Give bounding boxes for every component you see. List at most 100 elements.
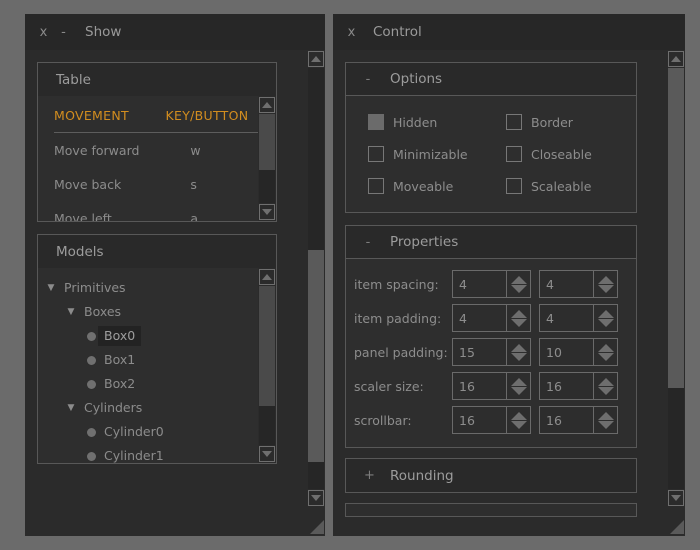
- table-vertical-scrollbar[interactable]: [258, 96, 276, 221]
- next-panel-clipped[interactable]: [345, 503, 637, 517]
- stepper-buttons[interactable]: [506, 271, 530, 297]
- scroll-down-icon[interactable]: [668, 490, 684, 506]
- stepper-item-spacing-x[interactable]: 4: [452, 270, 531, 298]
- checkbox-box-icon[interactable]: [368, 178, 384, 194]
- show-window[interactable]: x - Show Table MOVEMENT KEY/BUTTON Move …: [25, 14, 325, 536]
- stepper-down-icon[interactable]: [597, 420, 614, 429]
- stepper-buttons[interactable]: [506, 339, 530, 365]
- tree-scrollbar-track[interactable]: [259, 286, 275, 445]
- stepper-up-icon[interactable]: [597, 411, 614, 420]
- table-scrollbar-track[interactable]: [259, 114, 275, 203]
- show-window-titlebar[interactable]: x - Show: [25, 14, 325, 50]
- models-panel-header[interactable]: Models: [38, 235, 276, 268]
- close-icon[interactable]: x: [39, 26, 48, 39]
- scroll-down-icon[interactable]: [259, 204, 275, 220]
- tree-item-primitives[interactable]: ▼ Primitives: [38, 276, 276, 300]
- show-window-scrollbar-thumb[interactable]: [308, 250, 324, 462]
- resize-grip-icon[interactable]: [669, 519, 684, 534]
- tree-item-cylinder0[interactable]: Cylinder0: [38, 420, 276, 444]
- stepper-up-icon[interactable]: [597, 343, 614, 352]
- scroll-down-icon[interactable]: [259, 446, 275, 462]
- show-window-scrollbar-track[interactable]: [308, 68, 324, 489]
- stepper-buttons[interactable]: [593, 339, 617, 365]
- table-panel-header[interactable]: Table: [38, 63, 276, 96]
- minimize-icon[interactable]: -: [59, 26, 68, 39]
- checkbox-box-icon[interactable]: [506, 178, 522, 194]
- stepper-down-icon[interactable]: [597, 284, 614, 293]
- scroll-up-icon[interactable]: [259, 97, 275, 113]
- stepper-scaler-size-x[interactable]: 16: [452, 372, 531, 400]
- scroll-up-icon[interactable]: [668, 51, 684, 67]
- table-row[interactable]: Move forward w: [54, 133, 266, 167]
- close-icon[interactable]: x: [347, 26, 356, 39]
- stepper-value[interactable]: 4: [453, 271, 506, 297]
- checkbox-border[interactable]: Border: [506, 114, 620, 130]
- stepper-buttons[interactable]: [506, 373, 530, 399]
- scroll-up-icon[interactable]: [259, 269, 275, 285]
- stepper-value[interactable]: 16: [540, 373, 593, 399]
- stepper-down-icon[interactable]: [597, 318, 614, 327]
- stepper-up-icon[interactable]: [510, 377, 527, 386]
- tree-item-boxes[interactable]: ▼ Boxes: [38, 300, 276, 324]
- stepper-down-icon[interactable]: [510, 284, 527, 293]
- stepper-up-icon[interactable]: [510, 411, 527, 420]
- stepper-up-icon[interactable]: [510, 275, 527, 284]
- stepper-down-icon[interactable]: [510, 318, 527, 327]
- stepper-value[interactable]: 15: [453, 339, 506, 365]
- control-window-titlebar[interactable]: x Control: [333, 14, 685, 50]
- stepper-item-padding-x[interactable]: 4: [452, 304, 531, 332]
- stepper-panel-padding-x[interactable]: 15: [452, 338, 531, 366]
- stepper-value[interactable]: 4: [540, 271, 593, 297]
- stepper-value[interactable]: 16: [453, 373, 506, 399]
- stepper-buttons[interactable]: [593, 271, 617, 297]
- chevron-down-icon[interactable]: ▼: [64, 307, 78, 317]
- stepper-value[interactable]: 4: [453, 305, 506, 331]
- properties-panel-header[interactable]: - Properties: [346, 226, 636, 259]
- checkbox-box-icon[interactable]: [368, 114, 384, 130]
- checkbox-box-icon[interactable]: [506, 146, 522, 162]
- collapse-toggle-icon[interactable]: -: [364, 72, 372, 87]
- table-row[interactable]: Move back s: [54, 167, 266, 201]
- stepper-scrollbar-x[interactable]: 16: [452, 406, 531, 434]
- stepper-panel-padding-y[interactable]: 10: [539, 338, 618, 366]
- show-window-scrollbar[interactable]: [307, 50, 325, 536]
- resize-grip-icon[interactable]: [309, 519, 324, 534]
- stepper-down-icon[interactable]: [510, 420, 527, 429]
- checkbox-moveable[interactable]: Moveable: [368, 178, 506, 194]
- stepper-buttons[interactable]: [506, 305, 530, 331]
- stepper-value[interactable]: 16: [540, 407, 593, 433]
- checkbox-box-icon[interactable]: [368, 146, 384, 162]
- checkbox-scaleable[interactable]: Scaleable: [506, 178, 620, 194]
- tree-item-cylinder1[interactable]: Cylinder1: [38, 444, 276, 463]
- stepper-buttons[interactable]: [593, 305, 617, 331]
- stepper-up-icon[interactable]: [510, 309, 527, 318]
- rounding-panel-header[interactable]: + Rounding: [346, 459, 636, 492]
- control-window-scrollbar[interactable]: [667, 50, 685, 536]
- stepper-up-icon[interactable]: [597, 377, 614, 386]
- checkbox-minimizable[interactable]: Minimizable: [368, 146, 506, 162]
- stepper-up-icon[interactable]: [597, 275, 614, 284]
- scroll-down-icon[interactable]: [308, 490, 324, 506]
- expand-toggle-icon[interactable]: +: [364, 468, 375, 483]
- stepper-value[interactable]: 10: [540, 339, 593, 365]
- stepper-buttons[interactable]: [506, 407, 530, 433]
- stepper-item-spacing-y[interactable]: 4: [539, 270, 618, 298]
- scroll-up-icon[interactable]: [308, 51, 324, 67]
- stepper-down-icon[interactable]: [510, 352, 527, 361]
- stepper-up-icon[interactable]: [597, 309, 614, 318]
- stepper-buttons[interactable]: [593, 373, 617, 399]
- stepper-buttons[interactable]: [593, 407, 617, 433]
- stepper-value[interactable]: 16: [453, 407, 506, 433]
- tree-item-box2[interactable]: Box2: [38, 372, 276, 396]
- stepper-down-icon[interactable]: [597, 352, 614, 361]
- stepper-scrollbar-y[interactable]: 16: [539, 406, 618, 434]
- control-window-scrollbar-thumb[interactable]: [668, 68, 684, 388]
- control-window-scrollbar-track[interactable]: [668, 68, 684, 489]
- table-scrollbar-thumb[interactable]: [259, 114, 275, 170]
- checkbox-box-icon[interactable]: [506, 114, 522, 130]
- stepper-item-padding-y[interactable]: 4: [539, 304, 618, 332]
- stepper-scaler-size-y[interactable]: 16: [539, 372, 618, 400]
- checkbox-closeable[interactable]: Closeable: [506, 146, 620, 162]
- chevron-down-icon[interactable]: ▼: [44, 283, 58, 293]
- control-window[interactable]: x Control - Options Hidden Border Minimi…: [333, 14, 685, 536]
